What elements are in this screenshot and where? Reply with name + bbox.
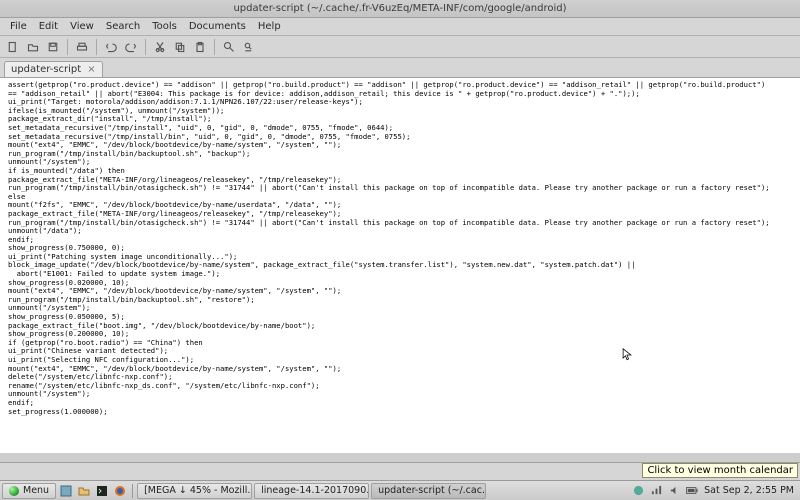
paste-button[interactable]	[191, 38, 209, 56]
cut-button[interactable]	[151, 38, 169, 56]
battery-icon[interactable]	[686, 485, 698, 497]
window-titlebar: updater-script (~/.cache/.fr-V6uzEq/META…	[0, 0, 800, 18]
new-file-button[interactable]	[4, 38, 22, 56]
taskbar-item-label: updater-script (~/.cac...	[378, 485, 486, 496]
find-button[interactable]	[220, 38, 238, 56]
toolbar-separator	[214, 39, 215, 55]
find-replace-button[interactable]	[240, 38, 258, 56]
taskbar-item-firefox[interactable]: [MEGA ↓ 45% - Mozill...	[137, 483, 252, 499]
menu-help[interactable]: Help	[252, 21, 287, 32]
redo-button[interactable]	[122, 38, 140, 56]
menu-tools[interactable]: Tools	[146, 21, 183, 32]
print-button[interactable]	[73, 38, 91, 56]
toolbar-separator	[67, 39, 68, 55]
taskbar-item-archive[interactable]: lineage-14.1-2017090...	[254, 483, 369, 499]
editor-content: assert(getprop("ro.product.device") == "…	[8, 80, 770, 416]
mint-logo-icon	[9, 486, 19, 496]
menu-documents[interactable]: Documents	[183, 21, 252, 32]
window-title: updater-script (~/.cache/.fr-V6uzEq/META…	[233, 3, 566, 14]
toolbar-separator	[96, 39, 97, 55]
toolbar-separator	[145, 39, 146, 55]
editor-area[interactable]: assert(getprop("ro.product.device") == "…	[0, 78, 800, 453]
menu-search[interactable]: Search	[100, 21, 146, 32]
taskbar-separator	[132, 484, 133, 498]
taskbar-item-label: [MEGA ↓ 45% - Mozill...	[144, 485, 252, 496]
show-desktop-button[interactable]	[58, 483, 74, 499]
open-file-button[interactable]	[24, 38, 42, 56]
close-icon[interactable]: ×	[87, 64, 95, 75]
copy-button[interactable]	[171, 38, 189, 56]
save-button[interactable]	[44, 38, 62, 56]
terminal-launcher[interactable]	[94, 483, 110, 499]
start-menu-label: Menu	[23, 485, 49, 496]
taskbar-item-editor[interactable]: updater-script (~/.cac...	[371, 483, 486, 499]
document-tabbar: updater-script ×	[0, 58, 800, 78]
menu-file[interactable]: File	[4, 21, 33, 32]
taskbar-item-label: lineage-14.1-2017090...	[261, 485, 369, 496]
system-tray: Sat Sep 2, 2:55 PM	[632, 485, 798, 497]
menubar: File Edit View Search Tools Documents He…	[0, 18, 800, 36]
tab-label: updater-script	[11, 64, 81, 75]
menu-edit[interactable]: Edit	[33, 21, 64, 32]
taskbar: Menu [MEGA ↓ 45% - Mozill... lineage-14.…	[0, 480, 800, 500]
clock-tooltip: Click to view month calendar	[642, 463, 798, 478]
clock[interactable]: Sat Sep 2, 2:55 PM	[704, 485, 794, 496]
start-menu-button[interactable]: Menu	[2, 483, 56, 499]
firefox-launcher[interactable]	[112, 483, 128, 499]
update-icon[interactable]	[632, 485, 644, 497]
volume-icon[interactable]	[668, 485, 680, 497]
network-icon[interactable]	[650, 485, 662, 497]
file-manager-launcher[interactable]	[76, 483, 92, 499]
menu-view[interactable]: View	[64, 21, 100, 32]
document-tab[interactable]: updater-script ×	[4, 61, 103, 77]
undo-button[interactable]	[102, 38, 120, 56]
mouse-cursor-icon	[622, 348, 632, 362]
toolbar	[0, 36, 800, 58]
